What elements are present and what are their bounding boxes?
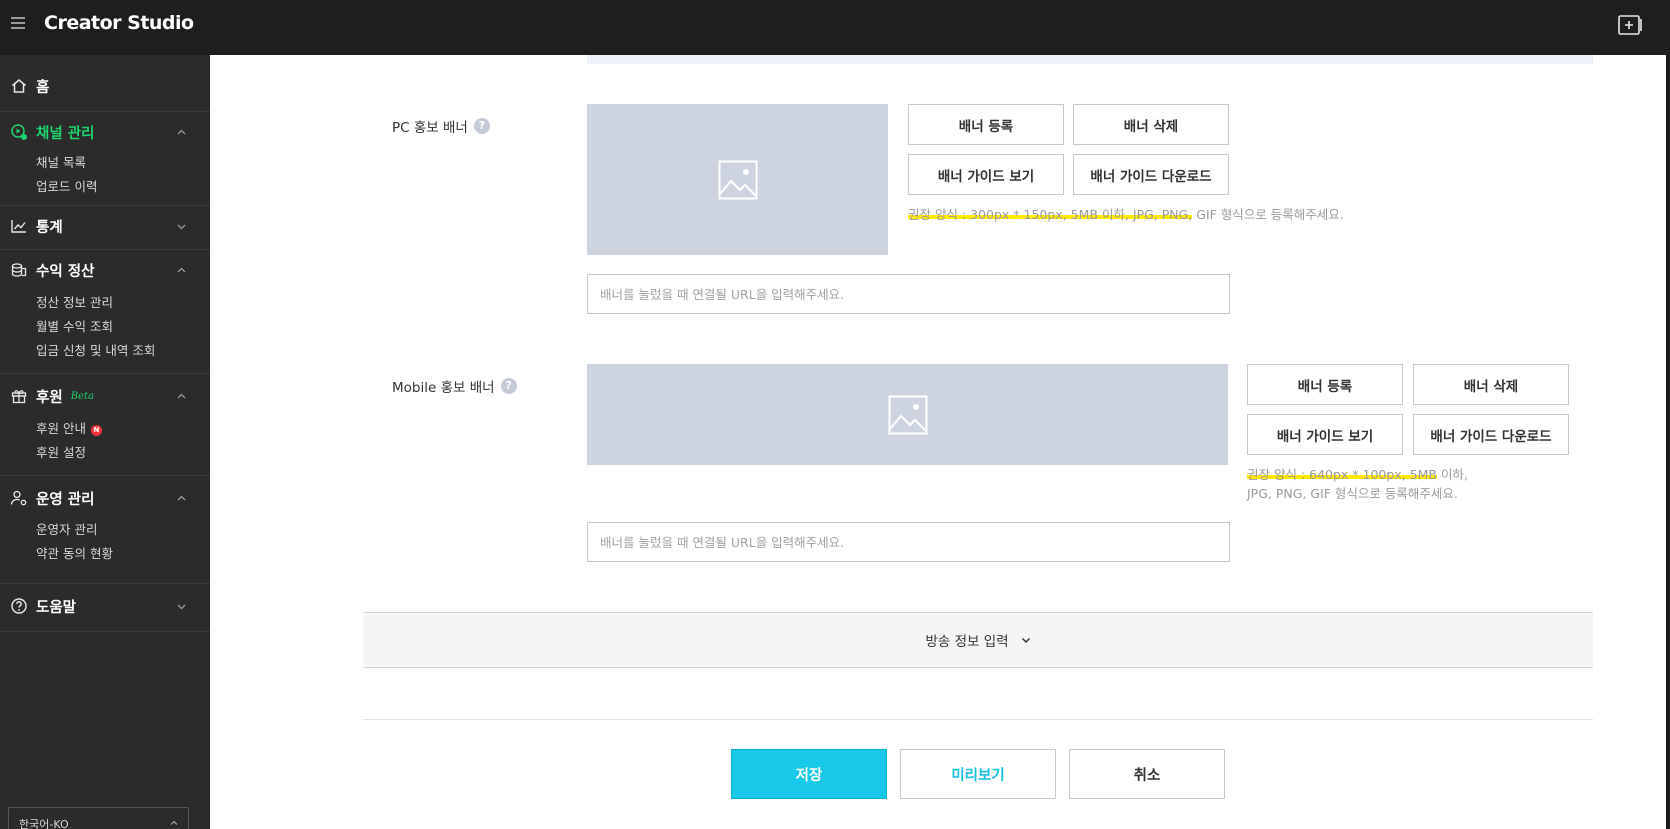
- sidebar-subitem-terms-agreement[interactable]: 약관 동의 현황: [0, 542, 210, 566]
- sidebar-item-home[interactable]: 홈: [0, 71, 210, 101]
- divider: [0, 631, 210, 632]
- sidebar-item-label: 채널 관리: [36, 125, 95, 142]
- chevron-down-icon[interactable]: [177, 222, 186, 231]
- save-button[interactable]: 저장: [731, 749, 887, 799]
- pc-banner-preview: [587, 104, 888, 255]
- mobile-banner-guide-download-button[interactable]: 배너 가이드 다운로드: [1413, 414, 1569, 455]
- sidebar-subitem-operator-management[interactable]: 운영자 관리: [0, 518, 210, 542]
- broadcast-info-toggle[interactable]: 방송 정보 입력: [363, 612, 1593, 668]
- sidebar-subitem-label: 후원 안내: [36, 421, 86, 436]
- sidebar-item-label: 통계: [36, 219, 63, 236]
- scrollbar[interactable]: [1666, 0, 1670, 829]
- sidebar-subitem-upload-history[interactable]: 업로드 이력: [0, 175, 210, 199]
- sidebar-item-help[interactable]: 도움말: [0, 591, 210, 621]
- question-circle-icon: [11, 598, 27, 614]
- mobile-banner-url-input[interactable]: [587, 522, 1230, 562]
- coins-icon: [11, 263, 27, 277]
- hint-text: GIF 형식으로 등록해주세요.: [1192, 207, 1344, 222]
- sidebar-item-label: 도움말: [36, 599, 77, 616]
- nav-group-ops: 운영 관리 운영자 관리 약관 동의 현황: [0, 483, 210, 566]
- mobile-banner-guide-view-button[interactable]: 배너 가이드 보기: [1247, 414, 1403, 455]
- chart-line-icon: [11, 220, 26, 233]
- divider: [0, 205, 210, 206]
- pc-banner-delete-button[interactable]: 배너 삭제: [1073, 104, 1229, 145]
- new-badge: N: [90, 425, 102, 436]
- add-content-icon[interactable]: [1618, 14, 1644, 36]
- sidebar-item-channel[interactable]: 채널 관리: [0, 117, 210, 147]
- divider: [0, 475, 210, 476]
- chevron-up-icon: [170, 820, 178, 825]
- nav-group-support: 후원 Beta 후원 안내 N 후원 설정: [0, 381, 210, 465]
- hint-line-2: JPG, PNG, GIF 형식으로 등록해주세요.: [1247, 486, 1458, 501]
- user-gear-icon: [10, 490, 27, 506]
- divider: [0, 373, 210, 374]
- sidebar-subitem-support-settings[interactable]: 후원 설정: [0, 441, 210, 465]
- sidebar-item-stats[interactable]: 통계: [0, 211, 210, 241]
- sidebar-item-label: 수익 정산: [36, 263, 95, 280]
- divider: [363, 719, 1593, 720]
- language-value: 한국어-KO: [19, 818, 69, 829]
- sidebar: 홈 채널 관리 채널 목록 업로드 이력 통계 수익 정산 정산 정보 관리 월…: [0, 55, 210, 829]
- chevron-down-icon: [1021, 637, 1030, 644]
- mobile-banner-label-text: Mobile 홍보 배너: [392, 380, 495, 396]
- pc-banner-hint: 권장 양식 : 300px * 150px, 5MB 이하, JPG, PNG,…: [908, 205, 1468, 224]
- previous-field-edge: [587, 55, 1593, 64]
- pc-banner-register-button[interactable]: 배너 등록: [908, 104, 1064, 145]
- chevron-down-icon[interactable]: [177, 602, 186, 611]
- chevron-up-icon[interactable]: [177, 392, 186, 401]
- divider: [0, 111, 210, 112]
- nav-group-home: 홈: [0, 71, 210, 101]
- sidebar-item-label: 후원: [36, 389, 63, 406]
- hint-line-1: 권장 양식 : 640px * 100px, 5MB 이하,: [1247, 465, 1587, 484]
- hamburger-menu-icon[interactable]: [11, 17, 25, 29]
- channel-settings-icon: [11, 124, 27, 140]
- hint-highlighted-text: 권장 양식 : 640px * 100px, 5MB: [1247, 467, 1437, 482]
- brand-logo[interactable]: Creator Studio: [44, 12, 194, 34]
- chevron-up-icon[interactable]: [177, 266, 186, 275]
- pc-banner-guide-download-button[interactable]: 배너 가이드 다운로드: [1073, 154, 1229, 195]
- chevron-up-icon[interactable]: [177, 128, 186, 137]
- mobile-banner-hint: 권장 양식 : 640px * 100px, 5MB 이하, JPG, PNG,…: [1247, 465, 1587, 503]
- divider: [0, 249, 210, 250]
- preview-button[interactable]: 미리보기: [900, 749, 1056, 799]
- mobile-banner-preview: [587, 364, 1228, 465]
- home-icon: [12, 79, 26, 93]
- top-bar: Creator Studio: [0, 0, 1670, 55]
- sidebar-item-label: 홈: [36, 79, 50, 96]
- broadcast-info-label: 방송 정보 입력: [925, 634, 1009, 650]
- language-select[interactable]: 한국어-KO: [8, 807, 189, 829]
- help-icon[interactable]: ?: [473, 118, 490, 134]
- sidebar-subitem-deposit-request[interactable]: 입금 신청 및 내역 조회: [0, 339, 210, 363]
- mobile-banner-register-button[interactable]: 배너 등록: [1247, 364, 1403, 405]
- pc-banner-url-input[interactable]: [587, 274, 1230, 314]
- nav-group-stats: 통계: [0, 211, 210, 241]
- sidebar-subitem-monthly-revenue[interactable]: 월별 수익 조회: [0, 315, 210, 339]
- pc-banner-label: PC 홍보 배너 ?: [392, 116, 490, 136]
- image-placeholder-icon: [718, 160, 757, 199]
- hint-highlighted-text: 권장 양식 : 300px * 150px, 5MB 이하, JPG, PNG,: [908, 207, 1193, 222]
- nav-group-revenue: 수익 정산 정산 정보 관리 월별 수익 조회 입금 신청 및 내역 조회: [0, 255, 210, 363]
- sidebar-item-label: 운영 관리: [36, 491, 95, 508]
- cancel-button[interactable]: 취소: [1069, 749, 1225, 799]
- nav-group-help: 도움말: [0, 591, 210, 621]
- sidebar-subitem-support-guide[interactable]: 후원 안내 N: [0, 417, 210, 441]
- sidebar-subitem-channel-list[interactable]: 채널 목록: [0, 151, 210, 175]
- mobile-banner-label: Mobile 홍보 배너 ?: [392, 376, 517, 396]
- nav-group-channel: 채널 관리 채널 목록 업로드 이력: [0, 117, 210, 199]
- sidebar-subitem-settlement-info[interactable]: 정산 정보 관리: [0, 291, 210, 315]
- help-icon[interactable]: ?: [500, 378, 517, 394]
- beta-badge: Beta: [70, 390, 94, 402]
- hint-text: 이하,: [1436, 467, 1468, 482]
- mobile-banner-delete-button[interactable]: 배너 삭제: [1413, 364, 1569, 405]
- pc-banner-guide-view-button[interactable]: 배너 가이드 보기: [908, 154, 1064, 195]
- gift-icon: [11, 390, 27, 404]
- chevron-up-icon[interactable]: [177, 494, 186, 503]
- sidebar-item-revenue[interactable]: 수익 정산: [0, 255, 210, 285]
- sidebar-item-ops[interactable]: 운영 관리: [0, 483, 210, 513]
- pc-banner-label-text: PC 홍보 배너: [392, 120, 468, 136]
- sidebar-item-support[interactable]: 후원 Beta: [0, 381, 210, 411]
- divider: [0, 583, 210, 584]
- image-placeholder-icon: [888, 395, 927, 434]
